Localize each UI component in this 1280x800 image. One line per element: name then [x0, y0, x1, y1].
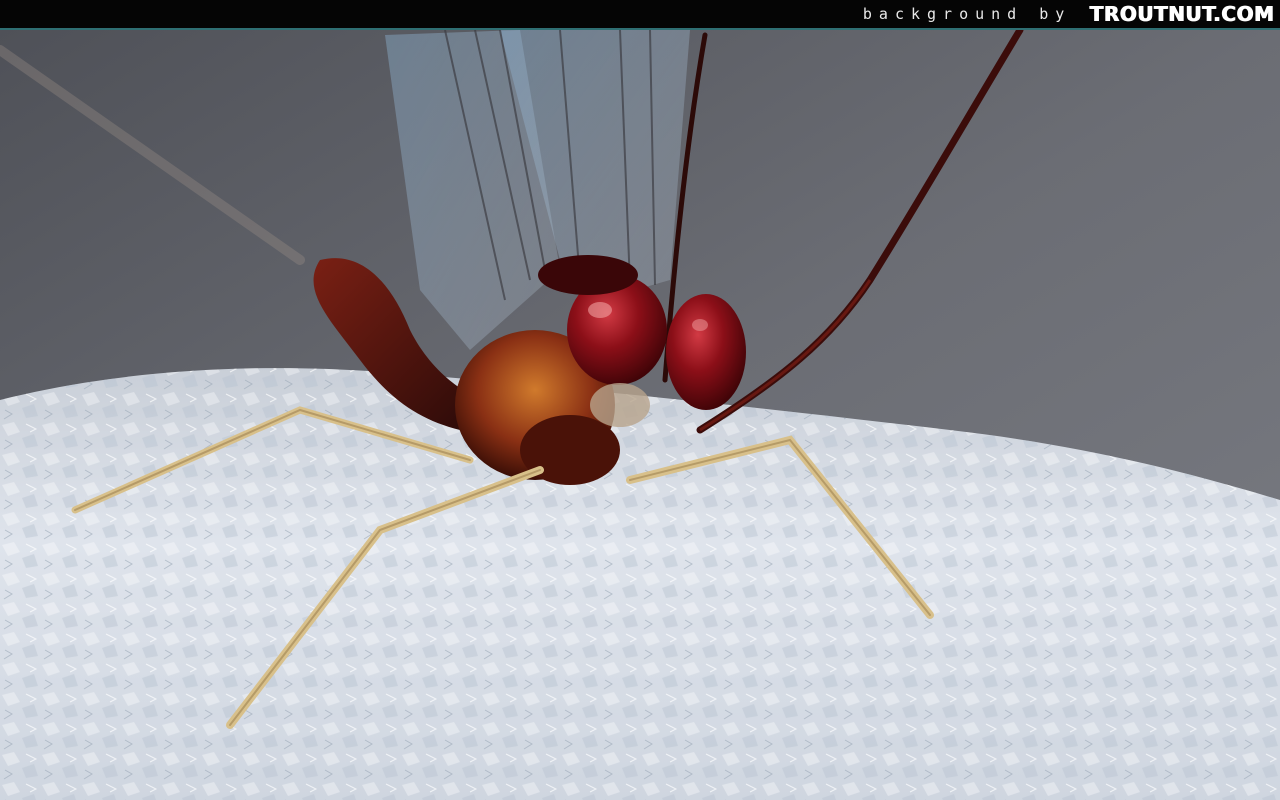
credit: background by TROUTNUT.COM	[863, 0, 1274, 28]
troutnut-logo[interactable]: TROUTNUT.COM	[1089, 2, 1274, 26]
mayfly-photo	[0, 30, 1280, 800]
top-credit-bar: background by TROUTNUT.COM	[0, 0, 1280, 30]
mayfly-face	[590, 383, 650, 427]
credit-prefix: background by	[862, 5, 1072, 23]
mayfly-photo-svg	[0, 30, 1280, 800]
compound-eye-right	[666, 294, 746, 410]
